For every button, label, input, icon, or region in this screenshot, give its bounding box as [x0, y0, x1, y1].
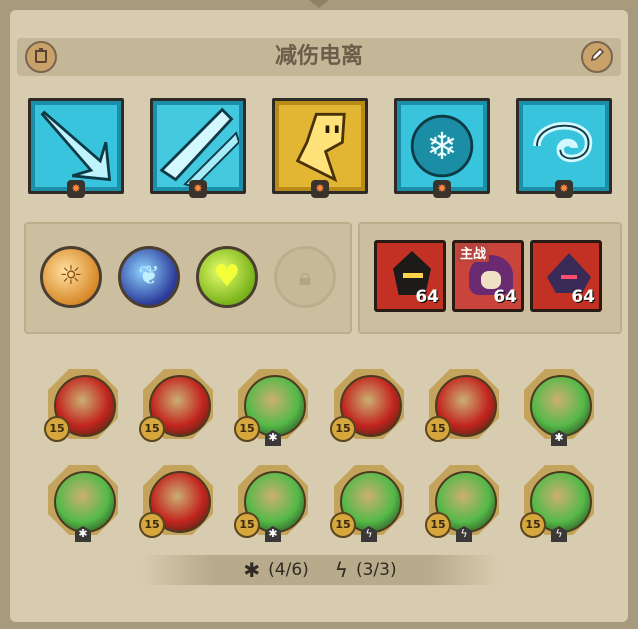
hero-card-2[interactable]: 主战 64 — [452, 240, 524, 312]
equipment-level: 15 — [139, 416, 165, 442]
star-set-icon: ✱ — [243, 558, 261, 582]
hero-level: 64 — [571, 287, 595, 307]
lock-icon: 🔒︎ — [298, 263, 312, 291]
feather-icon: ❦ — [138, 261, 160, 291]
equipment-slot[interactable]: 15 ✱ — [234, 462, 308, 542]
equipment-slot[interactable]: ✱ — [48, 462, 118, 542]
orb-slot-1[interactable]: ☼ — [40, 246, 102, 308]
equipment-item-icon — [54, 471, 116, 533]
equipment-item-icon — [530, 375, 592, 437]
orb-slot-2[interactable]: ❦ — [118, 246, 180, 308]
equipment-slot[interactable]: ✱ — [524, 366, 594, 446]
equipment-slot[interactable]: 15 ϟ — [425, 462, 499, 542]
svg-text:❄: ❄ — [426, 124, 457, 168]
equipment-slot[interactable]: 15 ϟ — [330, 462, 404, 542]
sun-rune-icon: ☼ — [59, 261, 83, 291]
equipment-level: 15 — [44, 416, 70, 442]
golden-spirit-icon — [279, 105, 361, 187]
set-bonus-bar: ✱ (4/6) ϟ (3/3) — [140, 555, 500, 585]
orb-slot-3[interactable]: ♥ — [196, 246, 258, 308]
hero-level: 64 — [415, 287, 439, 307]
hero-eyes-icon — [561, 275, 577, 279]
equipment-level: 15 — [330, 416, 356, 442]
bolt-set-count: (3/3) — [355, 560, 397, 580]
ice-vortex-icon — [523, 105, 605, 187]
bolt-set-icon: ϟ — [334, 558, 348, 582]
equipment-slot[interactable]: 15 — [139, 462, 213, 538]
hero-role-badge: 主战 — [457, 243, 490, 262]
skill-element-icon: ✸ — [433, 180, 451, 198]
equipment-slot[interactable]: 15 — [330, 366, 404, 442]
skill-element-icon: ✸ — [67, 180, 85, 198]
loadout-header: 减伤电离 — [17, 38, 621, 76]
ice-shard-icon — [157, 105, 239, 187]
equipment-slot[interactable]: 15 — [425, 366, 499, 442]
ice-arrow-icon — [35, 105, 117, 187]
hero-level: 64 — [493, 287, 517, 307]
hero-eyes-icon — [403, 273, 423, 278]
loadout-title: 减伤电离 — [274, 44, 363, 69]
hero-card-3[interactable]: 64 — [530, 240, 602, 312]
equipment-level: 15 — [520, 512, 546, 538]
pencil-icon — [589, 47, 605, 67]
heart-plus-icon: ♥ — [213, 259, 241, 294]
star-set-count: (4/6) — [268, 560, 309, 580]
equipment-level: 15 — [234, 416, 260, 442]
equipment-level: 15 — [330, 512, 356, 538]
equipment-level: 15 — [425, 416, 451, 442]
equipment-slot[interactable]: 15 ✱ — [234, 366, 308, 446]
equipment-slot[interactable]: 15 ϟ — [520, 462, 594, 542]
equipment-slot[interactable]: 15 — [139, 366, 213, 442]
hero-card-1[interactable]: 64 — [374, 240, 446, 312]
equipment-slot[interactable]: 15 — [44, 366, 118, 442]
equipment-level: 15 — [425, 512, 451, 538]
skill-element-icon: ✸ — [555, 180, 573, 198]
edit-button[interactable] — [581, 41, 613, 73]
snowflake-icon: ❄ — [401, 105, 483, 187]
skill-element-icon: ✸ — [311, 180, 329, 198]
equipment-level: 15 — [234, 512, 260, 538]
orb-slot-locked: 🔒︎ — [274, 246, 336, 308]
equipment-level: 15 — [139, 512, 165, 538]
top-notch — [309, 0, 329, 8]
skill-element-icon: ✸ — [189, 180, 207, 198]
